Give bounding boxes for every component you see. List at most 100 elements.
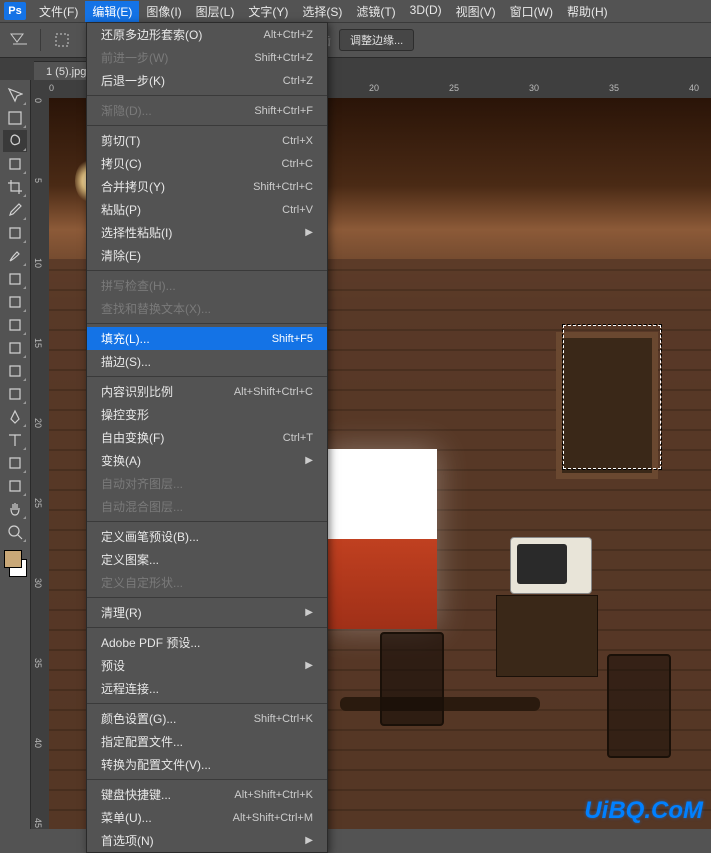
- stamp-tool[interactable]: [3, 268, 27, 290]
- submenu-arrow-icon: ▶: [305, 660, 313, 671]
- crop-tool[interactable]: [3, 176, 27, 198]
- marquee-tool[interactable]: [3, 107, 27, 129]
- menu-item-label: 内容识别比例: [101, 383, 173, 400]
- menu-item-label: 定义自定形状...: [101, 574, 183, 591]
- ruler-tick: 0: [33, 98, 43, 103]
- ruler-tick: 45: [33, 818, 43, 828]
- marquee-selection[interactable]: [563, 325, 661, 469]
- menu-item[interactable]: 选择性粘贴(I)▶: [87, 221, 327, 244]
- menu-item[interactable]: 定义画笔预设(B)...: [87, 525, 327, 548]
- brush-tool[interactable]: [3, 245, 27, 267]
- edit-menu-dropdown: 还原多边形套索(O)Alt+Ctrl+Z前进一步(W)Shift+Ctrl+Z后…: [86, 22, 328, 853]
- menu-item-label: 键盘快捷键...: [101, 786, 171, 803]
- menu-shortcut: Ctrl+Z: [283, 75, 313, 87]
- menu-item[interactable]: 描边(S)...: [87, 350, 327, 373]
- eyedropper-tool[interactable]: [3, 199, 27, 221]
- type-tool[interactable]: [3, 429, 27, 451]
- menu-item[interactable]: 清除(E): [87, 244, 327, 267]
- menu-item[interactable]: 定义图案...: [87, 548, 327, 571]
- menu-item[interactable]: 剪切(T)Ctrl+X: [87, 129, 327, 152]
- menu-item[interactable]: 内容识别比例Alt+Shift+Ctrl+C: [87, 380, 327, 403]
- ruler-vertical: 051015202530354045: [31, 98, 50, 829]
- submenu-arrow-icon: ▶: [305, 455, 313, 466]
- menu-item[interactable]: 预设▶: [87, 654, 327, 677]
- path-select-tool[interactable]: [3, 452, 27, 474]
- watermark: UiBQ.CoM: [584, 797, 703, 825]
- menubar-item-编辑[interactable]: 编辑(E): [85, 1, 139, 22]
- menu-item[interactable]: 拷贝(C)Ctrl+C: [87, 152, 327, 175]
- menu-item[interactable]: 远程连接...: [87, 677, 327, 700]
- ruler-tick: 20: [33, 418, 43, 428]
- dodge-tool[interactable]: [3, 383, 27, 405]
- menu-item[interactable]: 还原多边形套索(O)Alt+Ctrl+Z: [87, 23, 327, 46]
- menu-item[interactable]: Adobe PDF 预设...: [87, 631, 327, 654]
- menubar-item-选择[interactable]: 选择(S): [295, 1, 349, 22]
- lasso-tool[interactable]: [3, 130, 27, 152]
- menu-item: 渐隐(D)...Shift+Ctrl+F: [87, 99, 327, 122]
- menu-item-label: 渐隐(D)...: [101, 102, 152, 119]
- ruler-tick: 20: [369, 83, 379, 93]
- menu-shortcut: Ctrl+C: [282, 158, 313, 170]
- menu-item[interactable]: 合并拷贝(Y)Shift+Ctrl+C: [87, 175, 327, 198]
- menu-item[interactable]: 清理(R)▶: [87, 601, 327, 624]
- menu-separator: [87, 703, 327, 704]
- tool-preset-icon[interactable]: [6, 29, 32, 51]
- menu-item[interactable]: 填充(L)...Shift+F5: [87, 327, 327, 350]
- menu-item: 自动混合图层...: [87, 495, 327, 518]
- menu-item-label: 粘贴(P): [101, 201, 141, 218]
- menu-item-label: 操控变形: [101, 406, 149, 423]
- menubar-item-3d[interactable]: 3D(D): [403, 1, 449, 22]
- magic-wand-tool[interactable]: [3, 153, 27, 175]
- menu-item[interactable]: 粘贴(P)Ctrl+V: [87, 198, 327, 221]
- menu-item: 自动对齐图层...: [87, 472, 327, 495]
- ruler-tick: 25: [449, 83, 459, 93]
- menubar-item-视图[interactable]: 视图(V): [449, 1, 503, 22]
- pen-tool[interactable]: [3, 406, 27, 428]
- menubar-item-图层[interactable]: 图层(L): [189, 1, 242, 22]
- menu-item[interactable]: 指定配置文件...: [87, 730, 327, 753]
- menu-item-label: 自动混合图层...: [101, 498, 183, 515]
- menubar-item-图像[interactable]: 图像(I): [139, 1, 188, 22]
- menu-item[interactable]: 颜色设置(G)...Shift+Ctrl+K: [87, 707, 327, 730]
- selection-new-icon[interactable]: [49, 29, 75, 51]
- menu-item[interactable]: 变换(A) ▶: [87, 449, 327, 472]
- menu-item[interactable]: 操控变形: [87, 403, 327, 426]
- menubar-item-帮助[interactable]: 帮助(H): [560, 1, 615, 22]
- menu-item[interactable]: 后退一步(K)Ctrl+Z: [87, 69, 327, 92]
- history-brush-tool[interactable]: [3, 291, 27, 313]
- move-tool[interactable]: [3, 84, 27, 106]
- menu-item-label: 拼写检查(H)...: [101, 277, 176, 294]
- eraser-tool[interactable]: [3, 314, 27, 336]
- menubar-item-文件[interactable]: 文件(F): [32, 1, 85, 22]
- menu-item-label: 描边(S)...: [101, 353, 151, 370]
- ps-logo[interactable]: Ps: [4, 2, 26, 20]
- gradient-tool[interactable]: [3, 337, 27, 359]
- menu-item[interactable]: 首选项(N) ▶: [87, 829, 327, 852]
- menubar-item-滤镜[interactable]: 滤镜(T): [349, 1, 402, 22]
- ruler-tick: 5: [33, 178, 43, 183]
- menu-item-label: 填充(L)...: [101, 330, 150, 347]
- refine-edge-button[interactable]: 调整边缘...: [339, 29, 414, 51]
- menu-item-label: 变换(A): [101, 452, 141, 469]
- submenu-arrow-icon: ▶: [305, 835, 313, 846]
- hand-tool[interactable]: [3, 498, 27, 520]
- menu-item: 拼写检查(H)...: [87, 274, 327, 297]
- menu-item[interactable]: 菜单(U)...Alt+Shift+Ctrl+M: [87, 806, 327, 829]
- blur-tool[interactable]: [3, 360, 27, 382]
- menu-item[interactable]: 键盘快捷键...Alt+Shift+Ctrl+K: [87, 783, 327, 806]
- menu-separator: [87, 627, 327, 628]
- menu-item-label: 首选项(N): [101, 832, 154, 849]
- menu-shortcut: Alt+Shift+Ctrl+M: [233, 812, 313, 824]
- healing-tool[interactable]: [3, 222, 27, 244]
- foreground-color-swatch[interactable]: [4, 550, 22, 568]
- menubar-item-窗口[interactable]: 窗口(W): [503, 1, 560, 22]
- menu-item: 定义自定形状...: [87, 571, 327, 594]
- menu-item-label: 自由变换(F): [101, 429, 164, 446]
- rectangle-tool[interactable]: [3, 475, 27, 497]
- menu-item-label: 合并拷贝(Y): [101, 178, 165, 195]
- zoom-tool[interactable]: [3, 521, 27, 543]
- menubar-item-文字[interactable]: 文字(Y): [241, 1, 295, 22]
- menu-separator: [87, 597, 327, 598]
- menu-item[interactable]: 自由变换(F)Ctrl+T: [87, 426, 327, 449]
- menu-item[interactable]: 转换为配置文件(V)...: [87, 753, 327, 776]
